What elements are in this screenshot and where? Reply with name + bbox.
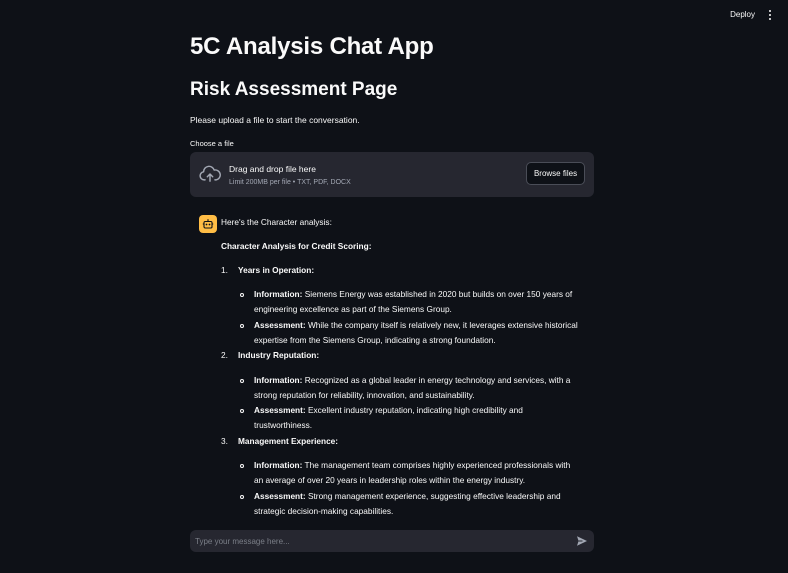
list-item: Information: The management team compris… (254, 460, 571, 470)
list-item: Assessment: Strong management experience… (254, 491, 561, 501)
section-number: 2. (221, 350, 228, 360)
file-dropzone[interactable]: Drag and drop file here Limit 200MB per … (190, 152, 594, 197)
section-title: Management Experience: (238, 436, 339, 446)
chat-input-bar (190, 530, 594, 552)
section-number: 3. (221, 436, 228, 446)
section-number: 1. (221, 265, 228, 275)
list-item: Assessment: While the company itself is … (254, 320, 578, 330)
list-item: Information: Recognized as a global lead… (254, 375, 571, 385)
top-bar: Deploy (0, 0, 788, 30)
bullet-icon (240, 293, 244, 297)
send-icon[interactable] (576, 535, 588, 547)
robot-icon (202, 219, 214, 229)
message-intro: Here's the Character analysis: (221, 217, 332, 227)
assistant-avatar (199, 215, 217, 233)
list-item-continuation: trustworthiness. (254, 420, 313, 430)
list-item-continuation: an average of over 20 years in leadershi… (254, 475, 526, 485)
app-title: 5C Analysis Chat App (190, 33, 434, 60)
page-title: Risk Assessment Page (190, 79, 398, 100)
bullet-icon (240, 324, 244, 328)
cloud-upload-icon (199, 165, 221, 182)
list-item: Information: Siemens Energy was establis… (254, 289, 573, 299)
section-title: Years in Operation: (238, 265, 315, 275)
kebab-menu-icon[interactable] (765, 8, 775, 22)
bullet-icon (240, 379, 244, 383)
intro-text: Please upload a file to start the conver… (190, 115, 360, 125)
dropzone-instruction: Drag and drop file here (229, 164, 316, 174)
message-heading: Character Analysis for Credit Scoring: (221, 241, 372, 251)
list-item-continuation: expertise from the Siemens Group, indica… (254, 335, 496, 345)
list-item-continuation: engineering excellence as part of the Si… (254, 304, 452, 314)
browse-files-button[interactable]: Browse files (526, 162, 585, 185)
bullet-icon (240, 495, 244, 499)
dropzone-limit: Limit 200MB per file • TXT, PDF, DOCX (229, 179, 351, 186)
list-item: Assessment: Excellent industry reputatio… (254, 405, 523, 415)
list-item-continuation: strategic decision-making capabilities. (254, 506, 394, 516)
section-title: Industry Reputation: (238, 350, 320, 360)
list-item-continuation: strong reputation for reliability, innov… (254, 390, 475, 400)
chat-message-input[interactable] (195, 530, 565, 552)
bullet-icon (240, 409, 244, 413)
deploy-button[interactable]: Deploy (730, 10, 755, 19)
bullet-icon (240, 464, 244, 468)
file-uploader-label: Choose a file (190, 139, 234, 148)
